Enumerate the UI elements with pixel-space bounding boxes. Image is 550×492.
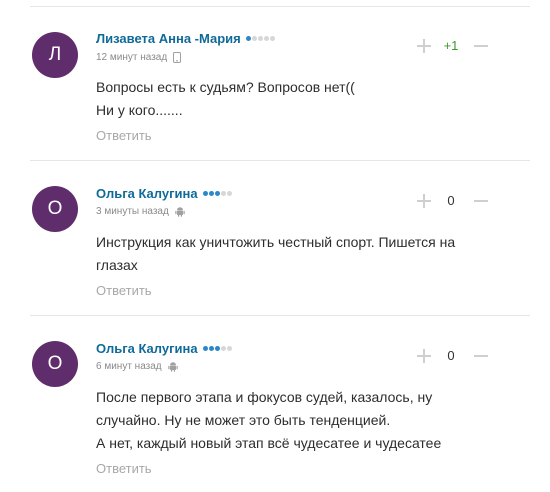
rating-dot [214, 346, 220, 351]
comment-score: 0 [447, 193, 455, 208]
user-rating-dots [245, 36, 275, 41]
avatar[interactable]: О [32, 341, 78, 387]
rating-dot [208, 191, 214, 196]
avatar-letter: О [47, 353, 63, 374]
avatar-letter: Л [48, 44, 62, 65]
rating-dot [245, 36, 251, 41]
comment-text-line: Инструкция как уничтожить честный спорт.… [96, 234, 456, 250]
comment-time: 6 минут назад [96, 361, 162, 372]
upvote-plus-icon[interactable] [415, 37, 433, 55]
comment-time: 3 минуты назад [96, 206, 169, 217]
comment-meta: 6 минут назад [96, 361, 178, 372]
reply-link[interactable]: Ответить [96, 283, 152, 298]
comment-author-row: Ольга Калугина [96, 186, 232, 201]
comment-author[interactable]: Ольга Калугина [96, 341, 198, 356]
avatar-letter: О [47, 198, 63, 219]
rating-dot [202, 191, 208, 196]
comment-text-line: После первого этапа и фокусов судей, каз… [96, 389, 433, 405]
android-icon [167, 361, 178, 372]
comment-meta: 12 минут назад [96, 52, 182, 63]
comment-score: 0 [447, 348, 455, 363]
rating-dot [202, 346, 208, 351]
comment-author[interactable]: Ольга Калугина [96, 186, 198, 201]
rating-dot [220, 191, 226, 196]
comment-text-line: Вопросы есть к судьям? Вопросов нет(( [96, 79, 355, 95]
comment-author-row: Ольга Калугина [96, 341, 232, 356]
rating-dot [257, 36, 263, 41]
comment-text: После первого этапа и фокусов судей, каз… [96, 386, 496, 455]
rating-dot [208, 346, 214, 351]
downvote-minus-icon[interactable] [472, 37, 490, 55]
rating-dot [214, 191, 220, 196]
comment-author-row: Лизавета Анна -Мария [96, 31, 275, 46]
user-rating-dots [202, 346, 232, 351]
rating-dot [226, 346, 232, 351]
reply-link[interactable]: Ответить [96, 461, 152, 476]
rating-dot [251, 36, 257, 41]
rating-dot [226, 191, 232, 196]
upvote-plus-icon[interactable] [415, 347, 433, 365]
rating-dot [263, 36, 269, 41]
downvote-minus-icon[interactable] [472, 347, 490, 365]
rating-dot [269, 36, 275, 41]
comment-score: +1 [443, 38, 459, 53]
comment-meta: 3 минуты назад [96, 206, 185, 217]
downvote-minus-icon[interactable] [472, 192, 490, 210]
upvote-plus-icon[interactable] [415, 192, 433, 210]
separator [30, 6, 530, 7]
avatar[interactable]: О [32, 186, 78, 232]
comment-author[interactable]: Лизавета Анна -Мария [96, 31, 241, 46]
mobile-phone-icon [173, 52, 182, 63]
comment-text-line: глазах [96, 257, 138, 273]
comment-text: Вопросы есть к судьям? Вопросов нет(( Ни… [96, 76, 496, 122]
separator [30, 160, 530, 161]
avatar[interactable]: Л [32, 32, 78, 78]
user-rating-dots [202, 191, 232, 196]
comment-text: Инструкция как уничтожить честный спорт.… [96, 231, 496, 277]
comment-text-line: А нет, каждый новый этап всё чудесатее и… [96, 435, 442, 451]
rating-dot [220, 346, 226, 351]
comments-list: Л Лизавета Анна -Мария 12 минут назад Во… [0, 0, 550, 492]
comment-text-line: Ни у кого....... [96, 102, 183, 118]
reply-link[interactable]: Ответить [96, 128, 152, 143]
separator [30, 315, 530, 316]
android-icon [175, 206, 185, 217]
comment-time: 12 минут назад [96, 52, 168, 63]
comment-text-line: случайно. Ну не может это быть тенденцие… [96, 412, 391, 428]
